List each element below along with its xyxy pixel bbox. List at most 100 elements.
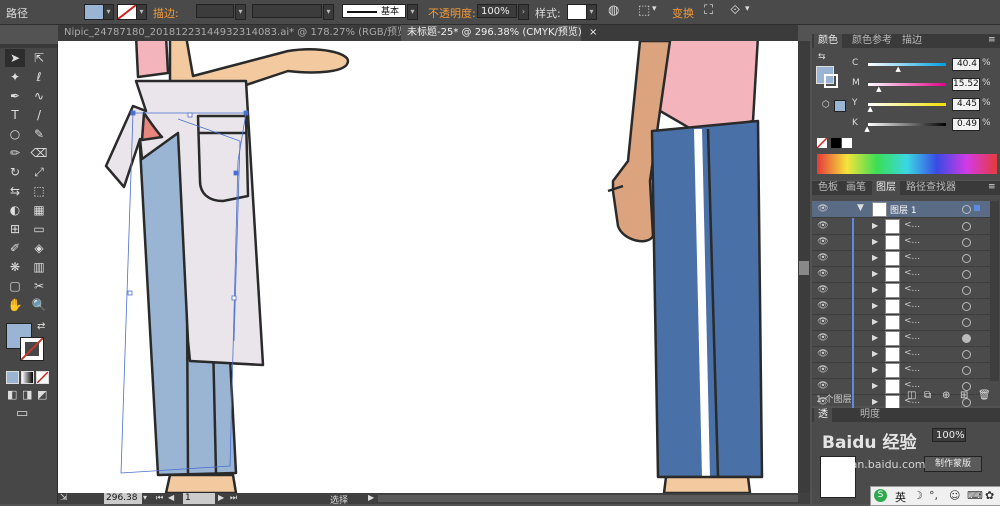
transform-icon[interactable]: ⛶ <box>704 3 713 18</box>
layer-name[interactable]: 图层 1 <box>890 203 917 216</box>
channel-slider-handle[interactable]: ▲ <box>867 105 872 113</box>
first-page-icon[interactable]: ⏮ <box>156 493 163 503</box>
sublayer-target-icon[interactable] <box>962 270 971 279</box>
expand-triangle-icon[interactable]: ▶ <box>872 349 878 358</box>
draw-behind-icon[interactable]: ◨ <box>22 388 32 401</box>
expand-triangle-icon[interactable]: ▶ <box>872 317 878 326</box>
visibility-eye-icon[interactable]: 👁 <box>816 269 830 279</box>
white-swatch[interactable] <box>842 138 852 148</box>
none-swatch[interactable] <box>817 138 827 148</box>
sublayer-target-icon[interactable] <box>962 286 971 295</box>
mesh-icon[interactable]: ⊞ <box>5 220 25 238</box>
color-mode-icon[interactable] <box>6 371 19 384</box>
visibility-eye-icon[interactable]: 👁 <box>816 204 830 214</box>
slice-icon[interactable]: ✂ <box>29 277 49 295</box>
blend-icon[interactable]: ◈ <box>29 239 49 257</box>
status-arrow-icon[interactable]: ▶ <box>368 493 374 502</box>
stroke-weight-dropdown[interactable]: ▾ <box>235 4 246 20</box>
visibility-eye-icon[interactable]: 👁 <box>816 349 830 359</box>
document-tab-active[interactable]: 未标题-25* @ 296.38% (CMYK/预览) × <box>401 25 597 41</box>
shape-builder-icon[interactable]: ◐ <box>5 201 25 219</box>
eraser-tool-icon[interactable]: ⌫ <box>29 144 49 162</box>
tab-color-guide[interactable]: 颜色参考 <box>848 34 896 48</box>
sublayer-name[interactable]: <... <box>904 220 920 230</box>
selection-tool-icon[interactable]: ➤ <box>5 49 25 67</box>
opacity-label[interactable]: 不透明度: <box>428 5 476 21</box>
sublayer-row[interactable]: 👁 ▶ <... <box>812 298 990 315</box>
more-options-icon[interactable]: ▾ <box>745 4 750 14</box>
ime-punct-icon[interactable]: °, <box>929 489 938 502</box>
tab-swatches[interactable]: 色板 <box>814 181 842 195</box>
symbol-sprayer-icon[interactable]: ❋ <box>5 258 25 276</box>
channel-slider-handle[interactable]: ▲ <box>864 125 869 133</box>
sublayer-name[interactable]: <... <box>904 284 920 294</box>
transparency-opacity[interactable]: 100% <box>932 428 966 442</box>
artboard-canvas[interactable] <box>58 41 798 493</box>
out-of-gamut-icon[interactable]: ⬡ <box>822 100 830 110</box>
draw-inside-icon[interactable]: ◩ <box>37 388 47 401</box>
close-tab-icon[interactable]: × <box>589 27 597 38</box>
sublayer-row[interactable]: 👁 ▶ <... <box>812 218 990 235</box>
expand-triangle-icon[interactable]: ▶ <box>872 285 878 294</box>
sublayer-target-icon[interactable] <box>962 222 971 231</box>
artboard-icon[interactable]: ▢ <box>5 277 25 295</box>
pen-tool-icon[interactable]: ✒ <box>5 87 25 105</box>
tab-pathfinder[interactable]: 路径查找器 <box>902 181 960 195</box>
channel-value-field[interactable]: 40.4 <box>952 58 980 71</box>
expand-triangle-icon[interactable]: ▶ <box>872 301 878 310</box>
panel-menu-icon[interactable]: ≡ <box>988 35 996 45</box>
expand-triangle-icon[interactable]: ▶ <box>872 253 878 262</box>
ime-moon-icon[interactable]: ☽ <box>913 489 923 502</box>
scroll-thumb[interactable] <box>799 261 809 275</box>
make-mask-button[interactable]: 制作蒙版 <box>924 456 982 472</box>
ime-keyboard-icon[interactable]: ⌨ <box>967 489 983 502</box>
free-transform-icon[interactable]: ⬚ <box>29 182 49 200</box>
lasso-icon[interactable]: ℓ <box>29 68 49 86</box>
screen-mode-icon[interactable]: ▭ <box>16 406 28 421</box>
tab-layers[interactable]: 图层 <box>872 181 900 195</box>
tab-transparency-2[interactable]: 明度 <box>856 408 884 422</box>
visibility-eye-icon[interactable]: 👁 <box>816 317 830 327</box>
curvature-icon[interactable]: ∿ <box>29 87 49 105</box>
graphic-style-dropdown[interactable]: ▾ <box>586 4 597 20</box>
layers-scrollbar[interactable] <box>990 201 999 381</box>
visibility-eye-icon[interactable]: 👁 <box>816 333 830 343</box>
layer-row-top[interactable]: 👁 ▼ 图层 1 <box>812 201 990 218</box>
sublayer-target-icon[interactable] <box>962 350 971 359</box>
sublayer-name[interactable]: <... <box>904 364 920 374</box>
document-tab[interactable]: Nipic_24787180_20181223144932314083.ai* … <box>58 25 426 41</box>
stroke-label[interactable]: 描边: <box>153 5 179 21</box>
sublayer-name[interactable]: <... <box>904 300 920 310</box>
artboard-nav-icon[interactable]: ⇲ <box>60 493 68 503</box>
visibility-eye-icon[interactable]: 👁 <box>816 381 830 391</box>
zoom-field[interactable]: 296.38 <box>104 493 142 504</box>
direct-selection-tool-icon[interactable]: ⇱ <box>29 49 49 67</box>
sublayer-target-icon[interactable] <box>962 254 971 263</box>
sublayer-target-icon[interactable] <box>962 318 971 327</box>
variable-width-dropdown[interactable]: ▾ <box>323 4 334 20</box>
new-layer-icon[interactable]: ⊞ <box>960 390 968 401</box>
horizontal-scrollbar[interactable] <box>378 495 798 502</box>
last-page-icon[interactable]: ⏭ <box>230 493 237 503</box>
visibility-eye-icon[interactable]: 👁 <box>816 365 830 375</box>
expand-triangle-icon[interactable]: ▶ <box>872 397 878 406</box>
gamut-swatch[interactable] <box>834 100 846 112</box>
new-sublayer-icon[interactable]: ⊕ <box>942 390 950 401</box>
perspective-icon[interactable]: ▦ <box>29 201 49 219</box>
tab-brushes[interactable]: 画笔 <box>842 181 870 195</box>
sublayer-target-icon[interactable] <box>962 366 971 375</box>
sublayer-row[interactable]: 👁 ▶ <... <box>812 266 990 283</box>
visibility-eye-icon[interactable]: 👁 <box>816 301 830 311</box>
stroke-dropdown[interactable]: ▾ <box>136 4 147 20</box>
sublayer-row[interactable]: 👁 ▶ <... <box>812 234 990 251</box>
channel-value-field[interactable]: 15.52 <box>952 78 980 91</box>
channel-value-field[interactable]: 4.45 <box>952 98 980 111</box>
visibility-eye-icon[interactable]: 👁 <box>816 253 830 263</box>
brush-style-dropdown[interactable]: ▾ <box>407 4 418 20</box>
pencil-tool-icon[interactable]: ✏ <box>5 144 25 162</box>
brush-tool-icon[interactable]: ✎ <box>29 125 49 143</box>
none-mode-icon[interactable] <box>36 371 49 384</box>
visibility-eye-icon[interactable]: 👁 <box>816 237 830 247</box>
stroke-color-swatch[interactable] <box>117 4 137 20</box>
gradient-icon[interactable]: ▭ <box>29 220 49 238</box>
